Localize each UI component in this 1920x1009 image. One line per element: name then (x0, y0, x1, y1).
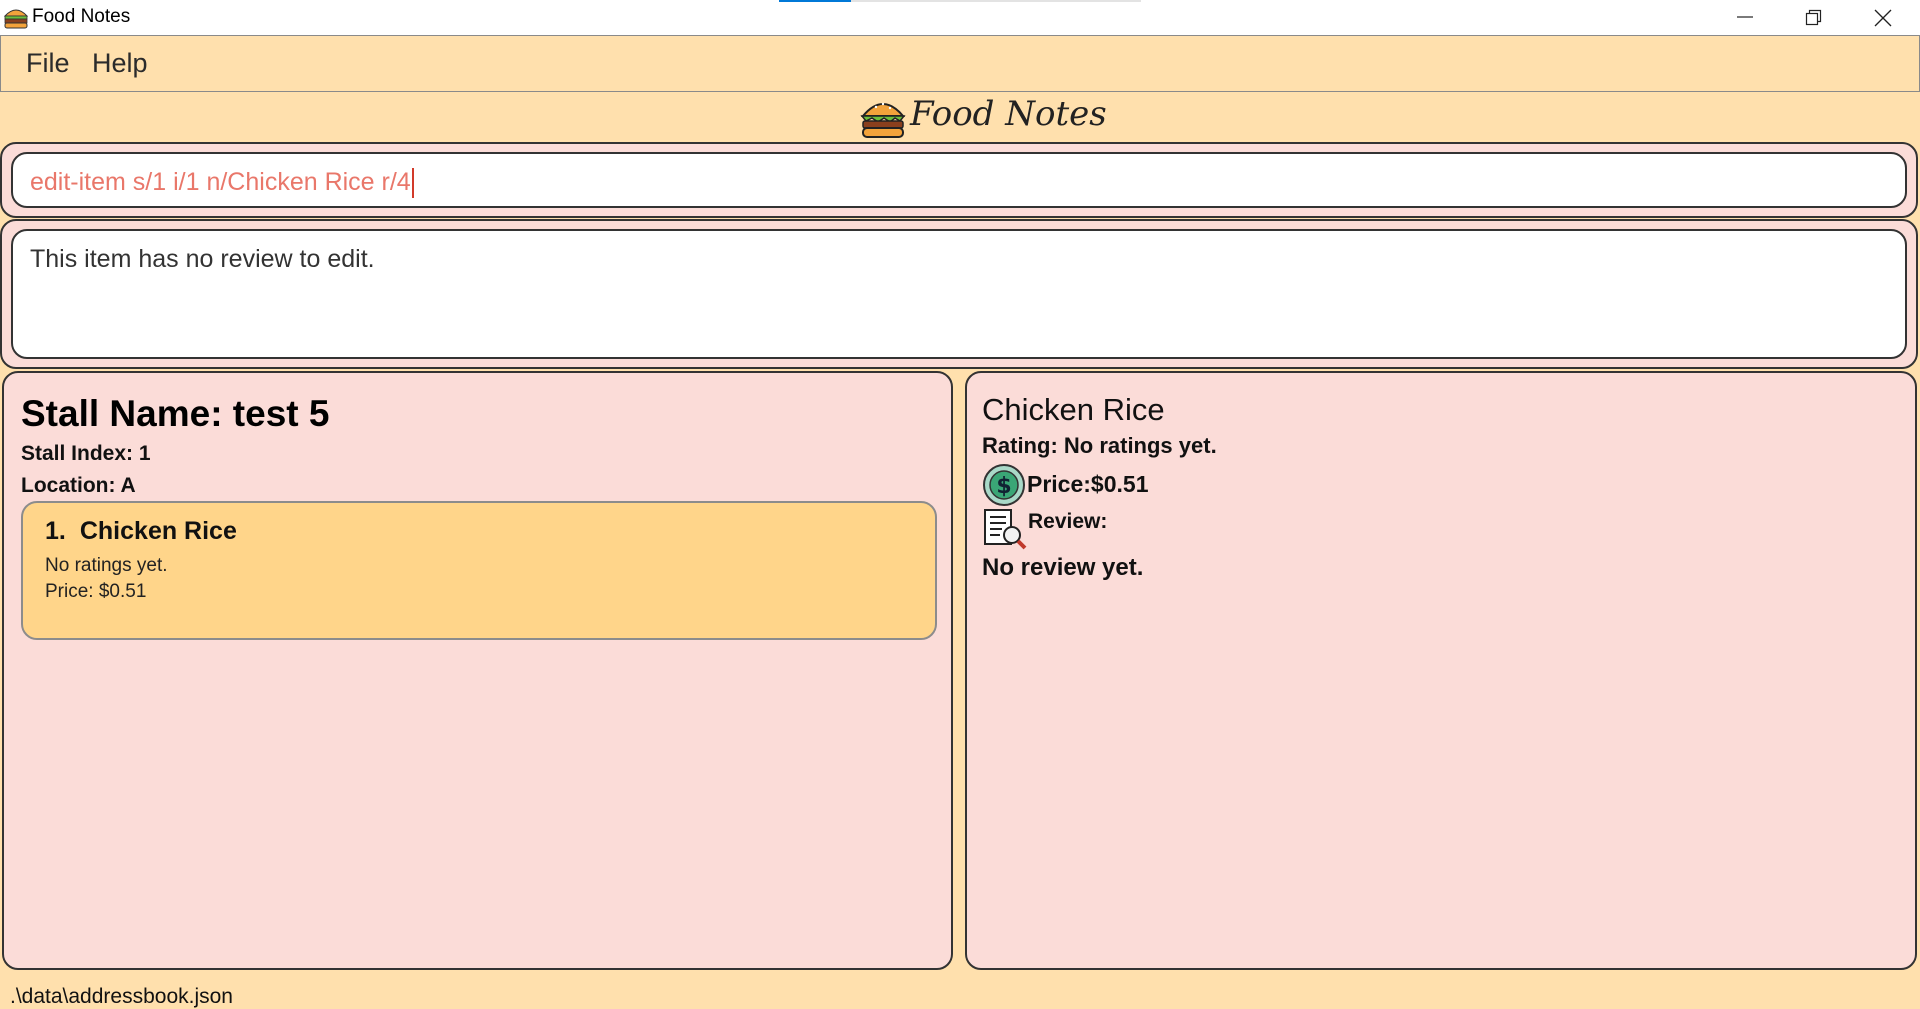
minimize-button[interactable] (1710, 0, 1780, 35)
stall-name: Stall Name: test 5 (21, 393, 330, 434)
close-icon (1874, 9, 1892, 27)
command-value: edit-item s/1 i/1 n/Chicken Rice r/4 (30, 168, 411, 196)
detail-review: No review yet. (982, 554, 1144, 581)
result-display: This item has no review to edit. (0, 219, 1918, 369)
command-box: edit-item s/1 i/1 n/Chicken Rice r/4 (0, 142, 1918, 218)
window-title: Food Notes (32, 6, 131, 27)
result-text-area[interactable]: This item has no review to edit. (11, 229, 1907, 359)
minimize-icon (1737, 16, 1753, 18)
restore-icon (1805, 9, 1822, 26)
detail-review-label: Review: (1028, 510, 1108, 533)
result-message: This item has no review to edit. (30, 245, 375, 273)
command-input[interactable]: edit-item s/1 i/1 n/Chicken Rice r/4 (11, 152, 1907, 208)
restore-button[interactable] (1779, 0, 1849, 35)
item-detail-panel: Chicken Rice Rating: No ratings yet. $ P… (965, 371, 1917, 970)
detail-price: Price:$0.51 (1027, 471, 1149, 497)
detail-rating: Rating: No ratings yet. (982, 433, 1217, 458)
menu-help[interactable]: Help (92, 48, 148, 79)
text-caret (411, 168, 414, 199)
dollar-coin-icon: $ (983, 464, 1025, 506)
logo-text: Food Notes (910, 94, 1107, 134)
item-number: 1. (45, 517, 66, 545)
item-name: Chicken Rice (79, 517, 237, 545)
title-progress-track (851, 0, 1141, 2)
burger-icon (3, 9, 29, 29)
review-document-icon (984, 509, 1027, 550)
item-title: 1. Chicken Rice (45, 517, 237, 546)
item-card[interactable]: 1. Chicken Rice No ratings yet. Price: $0… (21, 501, 937, 640)
svg-text:$: $ (996, 474, 1011, 499)
window-title-bar: Food Notes (0, 0, 1920, 35)
detail-item-name: Chicken Rice (982, 392, 1165, 427)
menu-bar: File Help (0, 35, 1920, 92)
stall-index: Stall Index: 1 (21, 442, 151, 465)
stall-location: Location: A (21, 474, 136, 497)
stall-panel: Stall Name: test 5 Stall Index: 1 Locati… (2, 371, 953, 970)
menu-file[interactable]: File (26, 48, 70, 79)
burger-icon (860, 102, 906, 138)
title-progress-indicator (779, 0, 851, 2)
command-input-text: edit-item s/1 i/1 n/Chicken Rice r/4 (30, 168, 414, 199)
item-price: Price: $0.51 (45, 581, 147, 602)
item-rating: No ratings yet. (45, 555, 168, 576)
close-button[interactable] (1848, 0, 1918, 35)
app-logo: Food Notes (860, 94, 1107, 144)
status-bar-path: .\data\addressbook.json (10, 985, 233, 1008)
